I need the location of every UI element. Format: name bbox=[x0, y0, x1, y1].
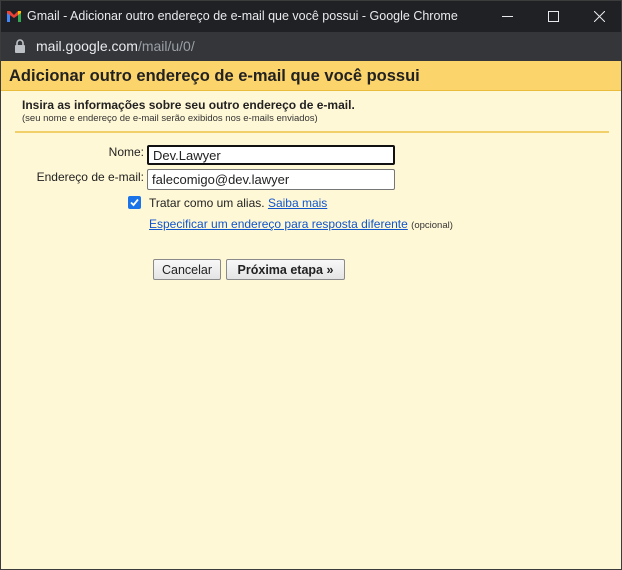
url-host: mail.google.com bbox=[36, 38, 138, 54]
learn-more-link[interactable]: Saiba mais bbox=[268, 196, 327, 210]
checkmark-icon bbox=[130, 198, 139, 207]
maximize-icon bbox=[547, 11, 559, 22]
maximize-button[interactable] bbox=[530, 1, 576, 32]
dialog-subtitle: Insira as informações sobre seu outro en… bbox=[22, 98, 355, 112]
minimize-icon bbox=[501, 16, 513, 17]
lock-icon bbox=[15, 39, 25, 53]
alias-row: Tratar como um alias. Saiba mais bbox=[149, 196, 327, 210]
reply-to-link[interactable]: Especificar um endereço para resposta di… bbox=[149, 217, 408, 231]
divider bbox=[15, 131, 609, 133]
dialog-note: (seu nome e endereço de e-mail serão exi… bbox=[22, 113, 318, 124]
alias-label: Tratar como um alias. bbox=[149, 196, 265, 210]
dialog-title: Adicionar outro endereço de e-mail que v… bbox=[9, 67, 420, 85]
dialog-header: Adicionar outro endereço de e-mail que v… bbox=[1, 61, 621, 91]
window-title: Gmail - Adicionar outro endereço de e-ma… bbox=[27, 9, 458, 23]
reply-row: Especificar um endereço para resposta di… bbox=[149, 217, 453, 231]
minimize-button[interactable] bbox=[484, 1, 530, 32]
email-label: Endereço de e-mail: bbox=[36, 170, 144, 184]
browser-window: Gmail - Adicionar outro endereço de e-ma… bbox=[0, 0, 622, 570]
title-bar: Gmail - Adicionar outro endereço de e-ma… bbox=[1, 1, 621, 32]
address-bar[interactable]: mail.google.com/mail/u/0/ bbox=[1, 32, 621, 61]
cancel-button[interactable]: Cancelar bbox=[153, 259, 221, 280]
url-path: /mail/u/0/ bbox=[137, 38, 195, 54]
name-field[interactable] bbox=[147, 145, 395, 165]
alias-checkbox[interactable] bbox=[128, 196, 141, 209]
name-label: Nome: bbox=[108, 145, 144, 159]
url-text: mail.google.com/mail/u/0/ bbox=[36, 38, 195, 54]
optional-note: (opcional) bbox=[411, 220, 453, 231]
close-icon bbox=[593, 11, 605, 22]
gmail-icon bbox=[7, 11, 21, 22]
email-field[interactable] bbox=[147, 169, 395, 190]
close-button[interactable] bbox=[576, 1, 621, 32]
next-step-button[interactable]: Próxima etapa » bbox=[226, 259, 345, 280]
